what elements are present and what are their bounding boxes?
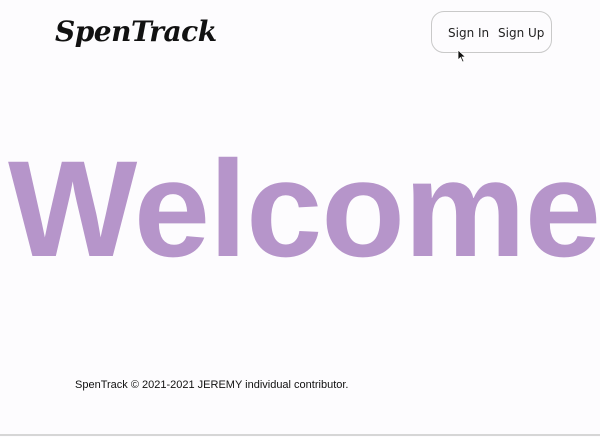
mouse-pointer-icon — [457, 49, 467, 63]
site-logo[interactable]: SpenTrack — [55, 12, 217, 52]
sign-up-link[interactable]: Sign Up — [498, 12, 544, 54]
footer-copyright: SpenTrack © 2021-2021 JEREMY individual … — [75, 379, 349, 391]
welcome-heading: Welcome — [8, 133, 600, 286]
sign-in-link[interactable]: Sign In — [448, 12, 489, 54]
page-bottom-divider — [0, 434, 600, 436]
auth-nav: Sign In Sign Up — [431, 11, 552, 53]
